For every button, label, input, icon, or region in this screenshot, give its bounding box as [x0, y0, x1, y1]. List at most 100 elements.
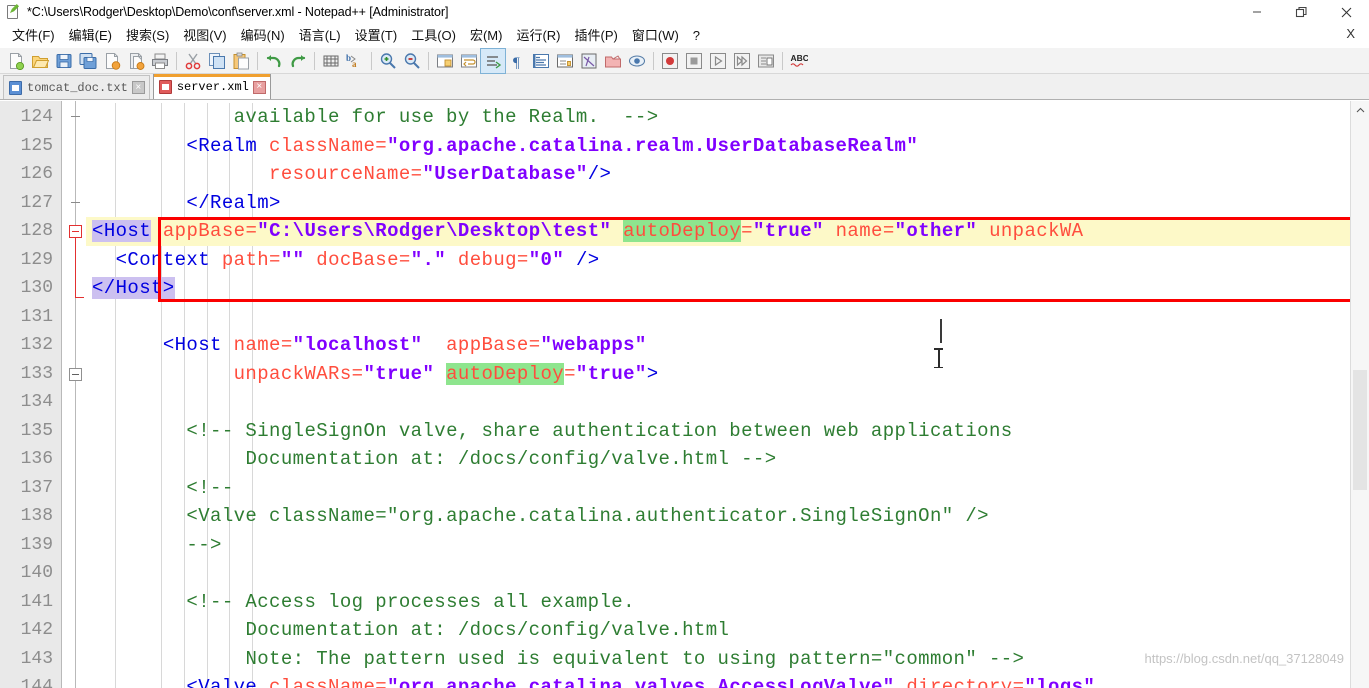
- code-line[interactable]: [86, 303, 1350, 332]
- code-line[interactable]: <Host name="localhost" appBase="webapps": [86, 331, 1350, 360]
- menu-file[interactable]: 文件(F): [5, 25, 62, 47]
- scrollbar-thumb[interactable]: [1353, 370, 1367, 490]
- close-document-button[interactable]: X: [1340, 26, 1361, 41]
- scrollbar-track[interactable]: [1351, 120, 1369, 688]
- zoom-out-icon[interactable]: [400, 49, 424, 73]
- code-line[interactable]: available for use by the Realm. -->: [86, 103, 1350, 132]
- code-line[interactable]: <!-- Access log processes all example.: [86, 588, 1350, 617]
- monitor-icon[interactable]: [625, 49, 649, 73]
- code-token: unpackWA: [989, 220, 1084, 242]
- minimize-icon[interactable]: [1234, 0, 1279, 24]
- code-line[interactable]: </Host>: [86, 274, 1350, 303]
- menu-view[interactable]: 视图(V): [176, 25, 233, 47]
- code-line[interactable]: -->: [86, 531, 1350, 560]
- menu-tools[interactable]: 工具(O): [404, 25, 463, 47]
- menu-window[interactable]: 窗口(W): [625, 25, 686, 47]
- save-macro-icon[interactable]: [754, 49, 778, 73]
- find-icon[interactable]: [319, 49, 343, 73]
- code-folding-margin[interactable]: [62, 101, 86, 688]
- spell-check-icon[interactable]: ABC: [787, 49, 811, 73]
- tab-tomcat-doc-txt[interactable]: tomcat_doc.txt ×: [3, 75, 150, 99]
- copy-icon[interactable]: [205, 49, 229, 73]
- menu-macro[interactable]: 宏(M): [463, 25, 510, 47]
- code-line[interactable]: <!-- SingleSignOn valve, share authentic…: [86, 417, 1350, 446]
- chevron-up-icon[interactable]: [1351, 101, 1369, 120]
- save-icon[interactable]: [52, 49, 76, 73]
- code-line[interactable]: [86, 388, 1350, 417]
- folder-as-workspace-icon[interactable]: [601, 49, 625, 73]
- code-line[interactable]: Documentation at: /docs/config/valve.htm…: [86, 616, 1350, 645]
- toolbar-separator: [428, 51, 429, 70]
- line-number: 132: [20, 335, 53, 355]
- code-line[interactable]: Note: The pattern used is equivalent to …: [86, 645, 1350, 674]
- tab-close-icon[interactable]: ×: [131, 81, 145, 94]
- fold-marker-127[interactable]: [62, 189, 86, 218]
- menu-edit[interactable]: 编辑(E): [62, 25, 119, 47]
- code-token: "localhost": [292, 334, 423, 356]
- close-icon[interactable]: [1324, 0, 1369, 24]
- line-number: 137: [20, 477, 53, 498]
- user-defined-dialog-icon[interactable]: [529, 49, 553, 73]
- fold-marker-135: [62, 417, 86, 446]
- menu-settings[interactable]: 设置(T): [348, 25, 405, 47]
- fold-marker-133[interactable]: [62, 360, 86, 389]
- replace-icon[interactable]: ba: [343, 49, 367, 73]
- line-number: 134: [20, 392, 53, 412]
- show-indent-guide-icon[interactable]: ¶: [505, 49, 529, 73]
- fold-collapse-icon[interactable]: [69, 367, 82, 381]
- fold-marker-124[interactable]: [62, 103, 86, 132]
- close-all-icon[interactable]: [124, 49, 148, 73]
- tab-close-icon[interactable]: ×: [252, 80, 266, 94]
- code-token: "true": [363, 362, 435, 385]
- menu-encoding[interactable]: 编码(N): [234, 25, 292, 47]
- code-line[interactable]: Documentation at: /docs/config/valve.htm…: [86, 445, 1350, 474]
- menu-help[interactable]: ?: [686, 25, 707, 47]
- code-line[interactable]: <Realm className="org.apache.catalina.re…: [86, 132, 1350, 161]
- open-file-icon[interactable]: [28, 49, 52, 73]
- save-all-icon[interactable]: [76, 49, 100, 73]
- menu-run[interactable]: 运行(R): [509, 25, 567, 47]
- fold-marker-128[interactable]: [62, 217, 86, 298]
- vertical-scrollbar[interactable]: [1350, 101, 1369, 688]
- print-icon[interactable]: [148, 49, 172, 73]
- tab-server-xml[interactable]: server.xml ×: [152, 74, 271, 99]
- close-file-icon[interactable]: [100, 49, 124, 73]
- code-content[interactable]: available for use by the Realm. --> <Rea…: [86, 101, 1350, 688]
- show-all-characters-icon[interactable]: [480, 47, 506, 74]
- code-line[interactable]: resourceName="UserDatabase"/>: [86, 160, 1350, 189]
- record-macro-icon[interactable]: [658, 49, 682, 73]
- word-wrap-icon[interactable]: [457, 49, 481, 73]
- undo-icon[interactable]: [262, 49, 286, 73]
- code-line[interactable]: <Host appBase="C:\Users\Rodger\Desktop\t…: [86, 217, 1350, 246]
- menu-language[interactable]: 语言(L): [292, 25, 348, 47]
- code-line[interactable]: <Valve className="org.apache.catalina.va…: [86, 673, 1350, 688]
- play-macro-icon[interactable]: [706, 49, 730, 73]
- stop-recording-icon[interactable]: [682, 49, 706, 73]
- show-document-map-icon[interactable]: [553, 49, 577, 73]
- code-line[interactable]: unpackWARs="true" autoDeploy="true">: [86, 360, 1350, 389]
- zoom-in-icon[interactable]: [376, 49, 400, 73]
- sync-scroll-vertical-icon[interactable]: [433, 49, 457, 73]
- menu-search[interactable]: 搜索(S): [119, 25, 176, 47]
- function-list-icon[interactable]: [577, 49, 601, 73]
- paste-icon[interactable]: [229, 49, 253, 73]
- new-file-icon[interactable]: [4, 49, 28, 73]
- run-macro-multiple-icon[interactable]: [730, 49, 754, 73]
- restore-icon[interactable]: [1279, 0, 1324, 24]
- code-line[interactable]: <Valve className="org.apache.catalina.au…: [86, 502, 1350, 531]
- code-line[interactable]: <Context path="" docBase="." debug="0" /…: [86, 246, 1350, 275]
- menu-plugins[interactable]: 插件(P): [568, 25, 625, 47]
- code-line[interactable]: </Realm>: [86, 189, 1350, 218]
- code-line[interactable]: <!--: [86, 474, 1350, 503]
- redo-icon[interactable]: [286, 49, 310, 73]
- code-line[interactable]: [86, 559, 1350, 588]
- cut-icon[interactable]: [181, 49, 205, 73]
- text-editor[interactable]: 124 125 126 127 128 129 130 131 132 133 134 135 136 1…: [0, 101, 1350, 688]
- fold-collapse-icon[interactable]: [69, 225, 82, 238]
